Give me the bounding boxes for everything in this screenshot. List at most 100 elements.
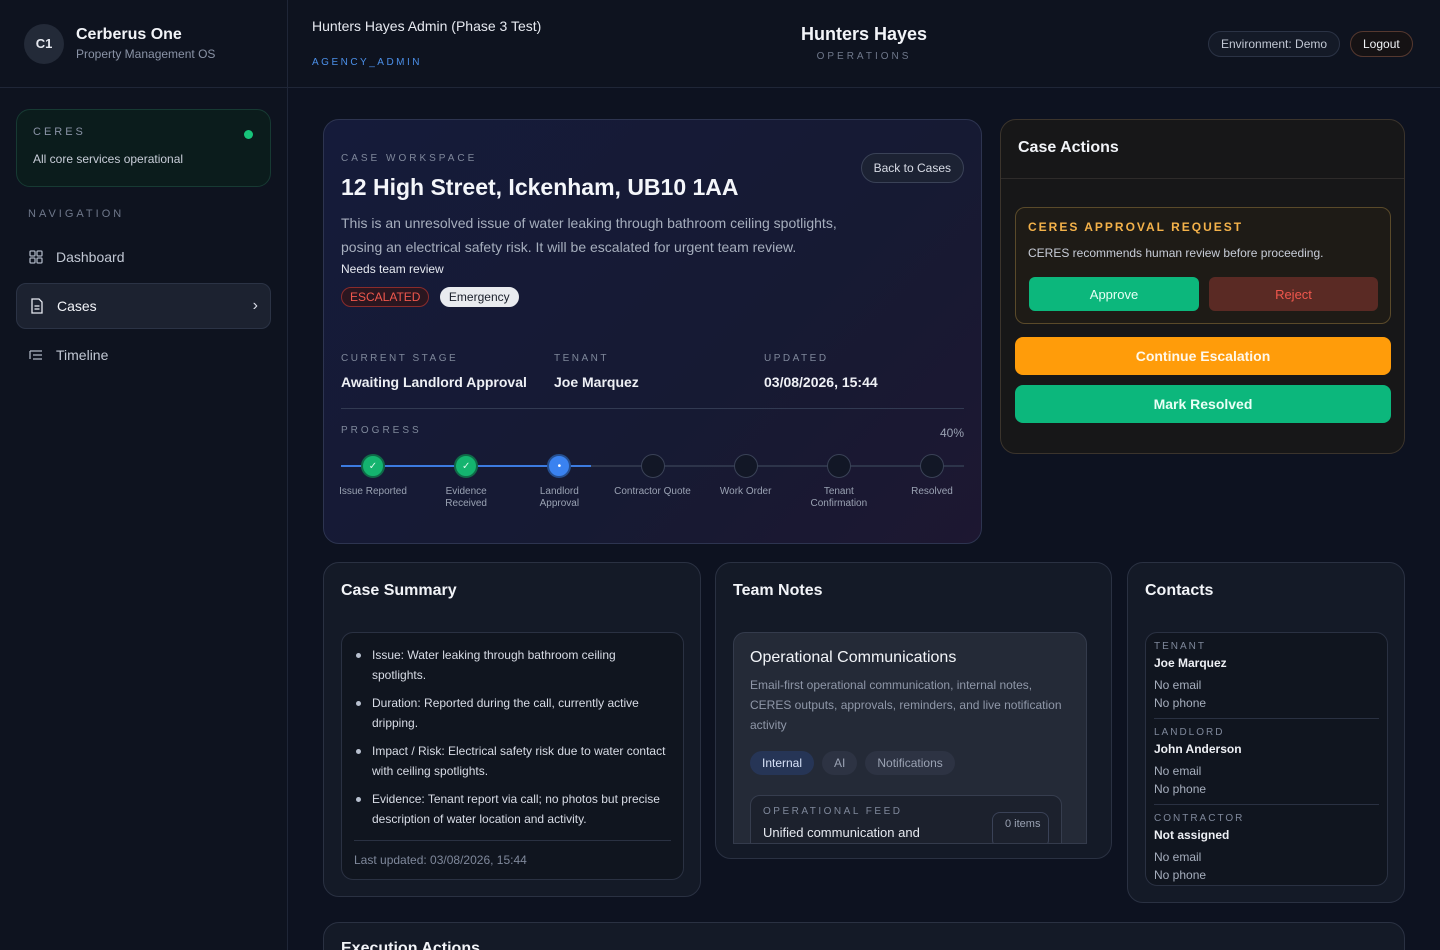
case-workspace-card: CASE WORKSPACE 12 High Street, Ickenham,… (323, 119, 982, 544)
priority-badge: Emergency (439, 287, 519, 307)
execution-actions-card: Execution Actions (323, 922, 1405, 950)
ceres-status-text: All core services operational (33, 152, 184, 166)
list-item: Duration: Reported during the call, curr… (354, 693, 671, 733)
summary-last-updated: Last updated: 03/08/2026, 15:44 (354, 840, 671, 867)
check-icon: ✓ (454, 454, 479, 478)
tab-ai[interactable]: AI (822, 751, 858, 775)
status-badge: ESCALATED (341, 287, 430, 307)
logout-button[interactable]: Logout (1350, 31, 1413, 57)
brand: C1 Cerberus One Property Management OS (0, 0, 287, 88)
sidebar-item-dashboard[interactable]: Dashboard (16, 234, 271, 280)
panel-description: Email-first operational communication, i… (750, 678, 1062, 732)
contact-contractor: CONTRACTOR Not assigned No email No phon… (1154, 813, 1379, 890)
chevron-right-icon: › (252, 297, 258, 314)
operational-communications-panel: Operational Communications Email-first o… (733, 632, 1087, 844)
divider (341, 408, 964, 409)
step-label: Landlord Approval (539, 486, 580, 509)
approval-request-panel: CERES APPROVAL REQUEST CERES recommends … (1015, 207, 1391, 324)
agency-title: Hunters Hayes Admin (Phase 3 Test) (312, 18, 542, 34)
contact-phone: No phone (1154, 782, 1207, 796)
meta-value: 03/08/2026, 15:44 (764, 374, 878, 390)
user-role: AGENCY_ADMIN (312, 57, 423, 68)
check-icon: ✓ (361, 454, 385, 478)
contact-role: LANDLORD (1154, 727, 1225, 738)
approval-text: CERES recommends human review before pro… (1028, 246, 1324, 260)
tab-notifications[interactable]: Notifications (865, 751, 955, 775)
progress-step: Tenant Confirmation (799, 454, 879, 510)
ceres-label: CERES (33, 126, 86, 138)
contact-email: No email (1154, 764, 1202, 778)
mark-resolved-button[interactable]: Mark Resolved (1015, 385, 1391, 423)
contact-role: CONTRACTOR (1154, 813, 1245, 824)
header-center: Hunters Hayes OPERATIONS (748, 24, 980, 62)
reject-button[interactable]: Reject (1209, 277, 1378, 311)
document-icon (29, 298, 45, 314)
team-notes-card: Team Notes Operational Communications Em… (715, 562, 1112, 859)
sidebar-item-label: Dashboard (56, 249, 125, 265)
progress-step: • Landlord Approval (519, 454, 599, 510)
environment-pill[interactable]: Environment: Demo (1208, 31, 1341, 57)
progress-step: ✓ Issue Reported (333, 454, 413, 498)
step-pending-icon (826, 454, 851, 478)
contact-landlord: LANDLORD John Anderson No email No phone (1154, 727, 1379, 805)
nav-heading: NAVIGATION (28, 208, 125, 220)
sidebar-item-cases[interactable]: Cases › (16, 283, 271, 329)
notes-tabs: Internal AI Notifications (750, 751, 1070, 775)
step-label: Contractor Quote (614, 486, 691, 497)
contact-name: Not assigned (1154, 828, 1230, 842)
list-item: Impact / Risk: Electrical safety risk du… (354, 741, 671, 781)
meta-value: Joe Marquez (554, 374, 639, 390)
progress-step: Resolved (892, 454, 972, 498)
progress-label: PROGRESS (341, 425, 422, 436)
step-pending-icon (640, 454, 665, 478)
contact-name: Joe Marquez (1154, 656, 1227, 670)
step-label: Tenant Confirmation (810, 486, 868, 509)
review-note: Needs team review (341, 262, 444, 276)
progress-step: Contractor Quote (613, 454, 693, 498)
contacts-card: Contacts TENANT Joe Marquez No email No … (1127, 562, 1405, 903)
contact-name: John Anderson (1154, 742, 1242, 756)
divider (1001, 178, 1404, 179)
list-item: Evidence: Tenant report via call; no pho… (354, 789, 671, 829)
team-notes-title: Team Notes (733, 582, 823, 599)
current-step-icon: • (547, 454, 572, 478)
section-label: OPERATIONS (816, 51, 912, 62)
meta-label: UPDATED (764, 353, 829, 364)
summary-list: Issue: Water leaking through bathroom ce… (341, 632, 684, 880)
execution-actions-title: Execution Actions (341, 940, 480, 950)
case-description: This is an unresolved issue of water lea… (341, 215, 837, 255)
meta-updated: UPDATED 03/08/2026, 15:44 (764, 353, 878, 390)
sidebar-item-label: Cases (57, 298, 97, 314)
panel-title: Operational Communications (750, 649, 957, 666)
brand-badge: C1 (24, 23, 64, 64)
step-pending-icon (733, 454, 758, 478)
meta-value: Awaiting Landlord Approval (341, 374, 527, 390)
sidebar-item-timeline[interactable]: Timeline (16, 332, 271, 378)
approve-button[interactable]: Approve (1029, 277, 1199, 311)
contact-tenant: TENANT Joe Marquez No email No phone (1154, 641, 1379, 719)
back-to-cases-button[interactable]: Back to Cases (860, 153, 964, 183)
step-label: Issue Reported (339, 486, 407, 497)
sidebar: C1 Cerberus One Property Management OS C… (0, 0, 288, 950)
case-actions-card: Case Actions CERES APPROVAL REQUEST CERE… (1000, 119, 1405, 454)
sidebar-item-label: Timeline (56, 347, 109, 363)
continue-escalation-button[interactable]: Continue Escalation (1015, 337, 1391, 375)
step-pending-icon (920, 454, 944, 478)
case-summary-title: Case Summary (341, 582, 457, 599)
contact-email: No email (1154, 678, 1202, 692)
step-label: Evidence Received (445, 486, 487, 509)
brand-subtitle: Property Management OS (76, 47, 216, 61)
approval-title: CERES APPROVAL REQUEST (1028, 220, 1244, 234)
tab-internal[interactable]: Internal (750, 751, 815, 775)
contact-email: No email (1154, 850, 1202, 864)
step-label: Work Order (719, 486, 772, 497)
operational-feed: OPERATIONAL FEED Unified communication a… (750, 795, 1062, 843)
list-icon (28, 347, 44, 363)
progress-step: Work Order (706, 454, 786, 498)
ceres-status-card: CERES All core services operational (16, 109, 271, 187)
contact-phone: No phone (1154, 696, 1207, 710)
contacts-list: TENANT Joe Marquez No email No phone LAN… (1145, 632, 1388, 886)
meta-label: CURRENT STAGE (341, 353, 459, 364)
meta-label: TENANT (554, 353, 609, 364)
badge-row: ESCALATED Emergency (341, 287, 964, 307)
